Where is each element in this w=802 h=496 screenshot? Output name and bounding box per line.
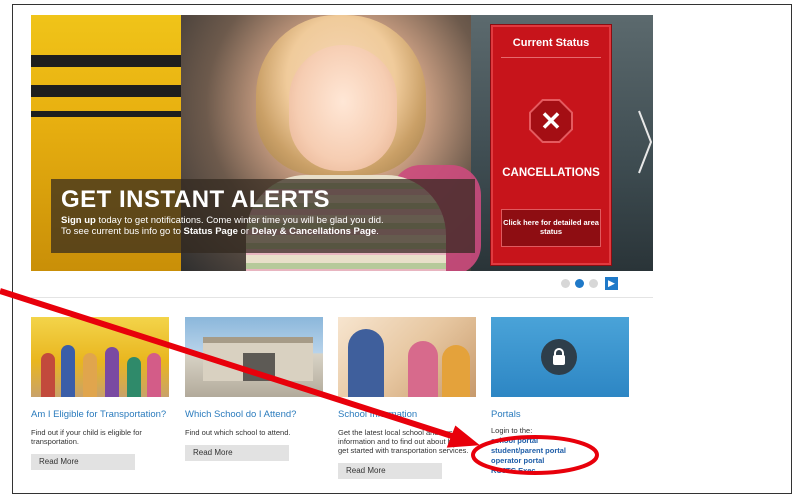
section-divider <box>31 297 653 298</box>
card-portals: Portals Login to the: school portal stud… <box>491 317 629 476</box>
read-more-button[interactable]: Read More <box>338 463 442 479</box>
detailed-area-status-button[interactable]: Click here for detailed area status <box>501 209 601 247</box>
read-more-button[interactable]: Read More <box>185 445 289 461</box>
card-which-school: Which School do I Attend? Find out which… <box>185 317 323 461</box>
card-title[interactable]: School Information <box>338 409 476 420</box>
alert-line-2: To see current bus info go to Status Pag… <box>61 226 379 237</box>
read-more-button[interactable]: Read More <box>31 454 135 470</box>
card-description: Get the latest local school and bus info… <box>338 428 470 455</box>
card-title[interactable]: Which School do I Attend? <box>185 409 323 420</box>
carousel-dot-1[interactable] <box>561 279 570 288</box>
school-building-image <box>185 317 323 397</box>
alert-line-1: Sign up today to get notifications. Come… <box>61 215 384 226</box>
browser-page-frame: GET INSTANT ALERTS Sign up today to get … <box>12 4 792 494</box>
delay-cancellations-link[interactable]: Delay & Cancellations Page <box>252 226 377 237</box>
rcjtc-exec-link[interactable]: RCJTC Exec <box>491 466 629 476</box>
carousel-dot-3[interactable] <box>589 279 598 288</box>
carousel-dot-2[interactable] <box>575 279 584 288</box>
status-divider <box>501 57 601 58</box>
card-description: Find out if your child is eligible for t… <box>31 428 142 446</box>
classroom-image <box>338 317 476 397</box>
cancellations-label: CANCELLATIONS <box>502 167 600 179</box>
status-title: Current Status <box>512 37 590 49</box>
carousel-next-button[interactable]: ▶ <box>605 277 618 290</box>
status-page-link[interactable]: Status Page <box>184 226 238 237</box>
instant-alerts-box: GET INSTANT ALERTS Sign up today to get … <box>51 179 475 253</box>
school-portal-link[interactable]: school portal <box>491 436 629 446</box>
lock-icon <box>541 339 577 375</box>
carousel-pagination: ▶ <box>561 277 618 290</box>
card-description: Find out which school to attend. <box>185 428 291 437</box>
alert-title: GET INSTANT ALERTS <box>61 186 330 213</box>
portal-login-label: Login to the: <box>491 426 533 435</box>
close-octagon-icon: ✕ <box>531 101 571 141</box>
portal-lock-image <box>491 317 629 397</box>
card-eligibility: Am I Eligible for Transportation? Find o… <box>31 317 169 470</box>
operator-portal-link[interactable]: operator portal <box>491 456 629 466</box>
hero-banner: GET INSTANT ALERTS Sign up today to get … <box>31 15 653 271</box>
student-parent-portal-link[interactable]: student/parent portal <box>491 446 629 456</box>
portal-links: Login to the: school portal student/pare… <box>491 426 629 476</box>
children-at-bus-image <box>31 317 169 397</box>
sign-up-link[interactable]: Sign up <box>61 215 96 226</box>
card-school-information: School Information Get the latest local … <box>338 317 476 479</box>
chevron-right-icon[interactable] <box>637 107 653 177</box>
card-title[interactable]: Am I Eligible for Transportation? <box>31 409 169 420</box>
card-title[interactable]: Portals <box>491 409 629 420</box>
current-status-panel: Current Status ✕ CANCELLATIONS Click her… <box>491 25 611 265</box>
